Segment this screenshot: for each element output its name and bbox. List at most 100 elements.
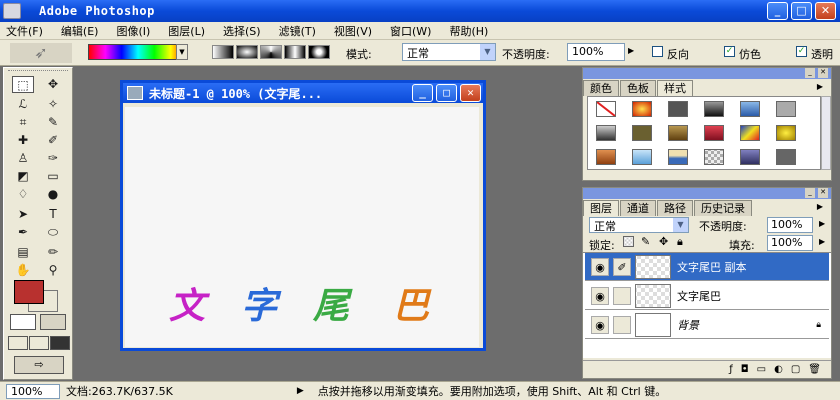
add-layer-style-icon[interactable]: ƒ — [729, 364, 733, 375]
layer-row[interactable]: ◉ ✐ 文字尾巴 副本 — [585, 253, 829, 281]
visibility-eye-icon[interactable]: ◉ — [591, 286, 609, 305]
style-swatch[interactable] — [740, 149, 760, 165]
style-swatch[interactable] — [596, 125, 616, 141]
visibility-eye-icon[interactable]: ◉ — [591, 257, 609, 276]
menu-view[interactable]: 视图(V) — [328, 23, 384, 39]
layers-panel-minimize[interactable]: _ — [805, 188, 815, 198]
tab-color[interactable]: 颜色 — [583, 80, 619, 96]
gradient-preview[interactable] — [88, 44, 188, 60]
layer-opacity-input[interactable]: 100% — [767, 217, 813, 233]
screen-mode-full-button[interactable] — [50, 336, 70, 350]
fill-input[interactable]: 100% — [767, 235, 813, 251]
style-swatch[interactable] — [740, 101, 760, 117]
tab-layers[interactable]: 图层 — [583, 200, 619, 216]
menu-window[interactable]: 窗口(W) — [384, 23, 443, 39]
tab-paths[interactable]: 路径 — [657, 200, 693, 216]
new-layer-icon[interactable]: ▢ — [791, 364, 800, 375]
minimize-button[interactable]: _ — [767, 2, 788, 20]
style-swatch[interactable] — [776, 125, 796, 141]
style-swatch[interactable] — [632, 149, 652, 165]
style-swatch[interactable] — [776, 101, 796, 117]
lock-pixels-icon[interactable]: ✎ — [641, 235, 650, 248]
path-selection-tool-icon[interactable]: ➤ — [12, 206, 34, 223]
opacity-input[interactable]: 100% — [567, 43, 625, 61]
new-set-icon[interactable]: ▭ — [757, 364, 766, 375]
style-swatch[interactable] — [668, 125, 688, 141]
healing-brush-tool-icon[interactable]: ✚ — [12, 132, 34, 149]
notes-tool-icon[interactable]: ▤ — [12, 244, 34, 261]
zoom-field[interactable]: 100% — [6, 383, 60, 399]
screen-mode-standard-button[interactable] — [8, 336, 28, 350]
style-swatch[interactable] — [704, 101, 724, 117]
add-mask-icon[interactable]: ◘ — [741, 364, 749, 375]
document-title-bar[interactable]: 未标题-1 @ 100% (文字尾... _ □ ✕ — [123, 83, 483, 103]
transparency-checkbox[interactable]: ✓ — [796, 46, 807, 57]
blur-tool-icon[interactable]: ♢ — [12, 186, 34, 203]
lock-position-icon[interactable]: ✥ — [659, 235, 668, 248]
jump-to-imageready-button[interactable]: ⇨ — [14, 356, 64, 374]
style-swatch[interactable] — [668, 101, 688, 117]
brush-tool-icon[interactable]: ✐ — [42, 132, 64, 149]
layers-panel-titlebar[interactable]: _ ✕ — [583, 188, 831, 199]
styles-panel-minimize[interactable]: _ — [805, 68, 815, 78]
feather-tool-preset-icon[interactable]: ➶ — [10, 43, 72, 63]
eraser-tool-icon[interactable]: ◩ — [12, 168, 34, 185]
shape-tool-icon[interactable]: ⬭ — [42, 224, 64, 241]
tab-styles[interactable]: 样式 — [657, 80, 693, 96]
gradient-picker-dropdown[interactable]: ▼ — [176, 44, 188, 60]
style-swatch[interactable] — [704, 125, 724, 141]
quick-mask-button[interactable] — [40, 314, 66, 330]
layer-row[interactable]: ◉ 背景 🔒︎ — [585, 311, 829, 339]
adjustment-layer-icon[interactable]: ◐ — [774, 364, 783, 375]
style-swatch[interactable] — [740, 125, 760, 141]
menu-file[interactable]: 文件(F) — [0, 23, 55, 39]
menu-layer[interactable]: 图层(L) — [162, 23, 217, 39]
menu-select[interactable]: 选择(S) — [217, 23, 273, 39]
document-minimize-button[interactable]: _ — [412, 84, 433, 102]
styles-panel-titlebar[interactable]: _ ✕ — [583, 68, 831, 79]
style-swatch[interactable] — [668, 149, 688, 165]
screen-mode-full-menu-button[interactable] — [29, 336, 49, 350]
hand-tool-icon[interactable]: ✋ — [12, 262, 34, 279]
style-swatch[interactable] — [704, 149, 724, 165]
style-swatch[interactable] — [776, 149, 796, 165]
pen-tool-icon[interactable]: ✒ — [12, 224, 34, 241]
clone-stamp-tool-icon[interactable]: ♙ — [12, 150, 34, 167]
style-swatch-none[interactable] — [596, 101, 616, 117]
history-brush-tool-icon[interactable]: ✑ — [42, 150, 64, 167]
dodge-tool-icon[interactable]: ● — [42, 186, 64, 203]
standard-mode-button[interactable] — [10, 314, 36, 330]
move-tool-icon[interactable]: ✥ — [42, 76, 64, 93]
radial-gradient-button[interactable] — [236, 45, 258, 59]
diamond-gradient-button[interactable] — [308, 45, 330, 59]
blend-mode-select[interactable]: 正常 ▼ — [589, 217, 689, 233]
layer-opacity-arrow-icon[interactable]: ▶ — [819, 219, 825, 228]
delete-layer-icon[interactable]: 🗑︎ — [808, 364, 821, 375]
reflected-gradient-button[interactable] — [284, 45, 306, 59]
layer-link-slot[interactable] — [613, 315, 631, 334]
menu-help[interactable]: 帮助(H) — [443, 23, 500, 39]
maximize-button[interactable]: □ — [791, 2, 812, 20]
layers-menu-arrow-icon[interactable]: ▶ — [817, 202, 823, 211]
reverse-checkbox[interactable] — [652, 46, 663, 57]
lock-all-icon[interactable]: 🔒︎ — [677, 235, 683, 249]
menu-filter[interactable]: 滤镜(T) — [273, 23, 328, 39]
layers-panel-close[interactable]: ✕ — [818, 188, 828, 198]
slice-tool-icon[interactable]: ✎ — [42, 114, 64, 131]
panel-menu-arrow-icon[interactable]: ▶ — [817, 82, 823, 91]
document-maximize-button[interactable]: □ — [436, 84, 457, 102]
lock-transparency-icon[interactable] — [623, 236, 634, 247]
style-swatch[interactable] — [632, 125, 652, 141]
fill-arrow-icon[interactable]: ▶ — [819, 237, 825, 246]
opacity-arrow-icon[interactable]: ▶ — [628, 46, 634, 55]
crop-tool-icon[interactable]: ⌗ — [12, 114, 34, 131]
dither-checkbox[interactable]: ✓ — [724, 46, 735, 57]
canvas[interactable]: 文 字 尾 巴 — [125, 107, 479, 347]
type-tool-icon[interactable]: T — [42, 206, 64, 223]
marquee-tool-icon[interactable]: ⬚ — [12, 76, 34, 93]
tab-swatches[interactable]: 色板 — [620, 80, 656, 96]
status-arrow-icon[interactable]: ▶ — [297, 386, 304, 396]
document-close-button[interactable]: ✕ — [460, 84, 481, 102]
gradient-tool-icon[interactable]: ▭ — [42, 168, 64, 185]
visibility-eye-icon[interactable]: ◉ — [591, 315, 609, 334]
